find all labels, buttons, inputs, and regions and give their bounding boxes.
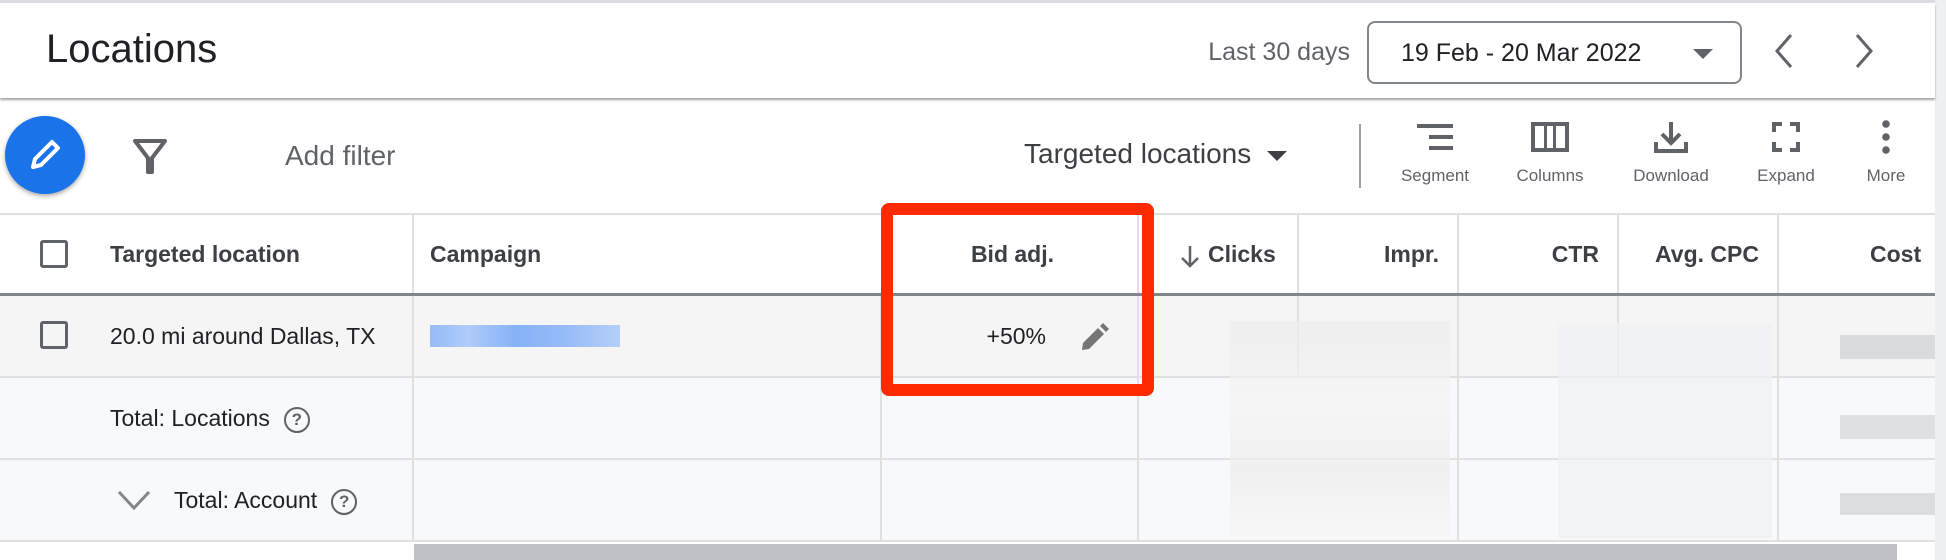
help-icon[interactable]: ?	[331, 488, 358, 515]
redacted-cost-total-account	[1840, 493, 1935, 515]
column-divider	[1457, 296, 1459, 376]
column-header-bid-adj[interactable]: Bid adj.	[971, 215, 1054, 293]
column-divider	[1137, 296, 1139, 376]
download-label: Download	[1633, 166, 1709, 185]
toolbar-divider	[1359, 124, 1361, 188]
columns-button[interactable]: Columns	[1500, 120, 1600, 186]
column-divider	[1137, 215, 1139, 293]
column-divider	[1777, 460, 1779, 540]
date-range-value: 19 Feb - 20 Mar 2022	[1401, 39, 1642, 67]
chevron-down-icon[interactable]	[116, 488, 152, 512]
view-selector-dropdown[interactable]: Targeted locations	[1024, 138, 1288, 170]
filter-icon[interactable]	[130, 136, 170, 176]
date-range-label: Last 30 days	[1208, 38, 1350, 66]
column-divider	[1777, 378, 1779, 458]
columns-icon	[1531, 122, 1569, 152]
download-icon	[1654, 122, 1688, 153]
prev-period-button[interactable]	[1765, 29, 1805, 73]
column-divider	[880, 296, 882, 376]
chevron-right-icon	[1855, 34, 1873, 68]
redacted-cost-total-locations	[1840, 415, 1935, 439]
pencil-icon	[31, 140, 60, 169]
total-account-label: Total: Account?	[174, 460, 358, 540]
page-header: Locations Last 30 days 19 Feb - 20 Mar 2…	[0, 3, 1935, 98]
add-filter-button[interactable]: Add filter	[285, 140, 396, 172]
column-divider	[1457, 215, 1459, 293]
sort-down-arrow-icon	[1181, 245, 1199, 268]
column-header-targeted-location[interactable]: Targeted location	[110, 215, 300, 293]
download-button[interactable]: Download	[1621, 120, 1721, 186]
more-vert-icon	[1882, 120, 1890, 154]
bid-adj-value: +50%	[986, 323, 1046, 349]
column-divider	[412, 215, 414, 293]
column-divider	[412, 296, 414, 376]
edit-fab-button[interactable]	[5, 116, 85, 194]
column-header-ctr[interactable]: CTR	[1552, 215, 1599, 293]
redacted-ctr-cpc	[1558, 323, 1772, 538]
row-checkbox[interactable]	[40, 321, 68, 349]
column-divider	[880, 460, 882, 540]
columns-label: Columns	[1516, 166, 1584, 185]
horizontal-scrollbar-thumb[interactable]	[414, 544, 1897, 560]
expand-label: Expand	[1757, 166, 1815, 185]
select-all-checkbox[interactable]	[40, 240, 68, 268]
chevron-left-icon	[1775, 34, 1793, 68]
table-header-row: Targeted location Campaign Bid adj. Clic…	[0, 213, 1935, 296]
edit-pencil-icon[interactable]	[1078, 322, 1110, 354]
column-divider	[412, 460, 414, 540]
targeted-location-cell: 20.0 mi around Dallas, TX	[110, 323, 376, 349]
segment-icon	[1417, 124, 1453, 150]
redacted-clicks-impr	[1230, 321, 1450, 536]
segment-label: Segment	[1400, 166, 1470, 185]
column-divider	[1777, 296, 1779, 376]
more-button[interactable]: More	[1836, 120, 1936, 186]
date-range-picker[interactable]: 19 Feb - 20 Mar 2022	[1367, 21, 1742, 84]
toolbar: Add filter Targeted locations Segment Co…	[0, 98, 1935, 214]
total-account-text: Total: Account	[174, 487, 318, 513]
segment-button[interactable]: Segment	[1385, 120, 1485, 186]
column-divider	[412, 378, 414, 458]
total-locations-label: Total: Locations?	[110, 378, 310, 458]
column-divider	[1137, 460, 1139, 540]
help-icon[interactable]: ?	[283, 406, 310, 433]
column-header-avg-cpc[interactable]: Avg. CPC	[1655, 215, 1759, 293]
column-header-clicks[interactable]: Clicks	[1178, 215, 1276, 293]
column-header-impr[interactable]: Impr.	[1384, 215, 1439, 293]
column-divider	[1777, 215, 1779, 293]
column-header-clicks-label: Clicks	[1208, 241, 1276, 267]
column-divider	[1297, 215, 1299, 293]
column-header-cost[interactable]: Cost	[1870, 215, 1921, 293]
view-selector-label: Targeted locations	[1024, 138, 1252, 169]
vertical-scrollbar-track[interactable]	[1935, 0, 1946, 560]
next-period-button[interactable]	[1843, 29, 1883, 73]
column-header-campaign[interactable]: Campaign	[430, 215, 541, 293]
redacted-cost-row	[1840, 335, 1935, 359]
caret-down-icon	[1693, 49, 1713, 59]
locations-table: Targeted location Campaign Bid adj. Clic…	[0, 213, 1935, 544]
total-locations-text: Total: Locations	[110, 405, 270, 431]
more-label: More	[1866, 166, 1906, 185]
column-divider	[1137, 378, 1139, 458]
page-title: Locations	[46, 27, 218, 71]
column-divider	[1617, 215, 1619, 293]
caret-down-icon	[1267, 150, 1288, 161]
column-divider	[1457, 378, 1459, 458]
campaign-link-redacted[interactable]	[430, 325, 620, 347]
expand-button[interactable]: Expand	[1736, 120, 1836, 186]
column-divider	[1457, 460, 1459, 540]
expand-icon	[1772, 122, 1800, 152]
column-divider	[880, 378, 882, 458]
